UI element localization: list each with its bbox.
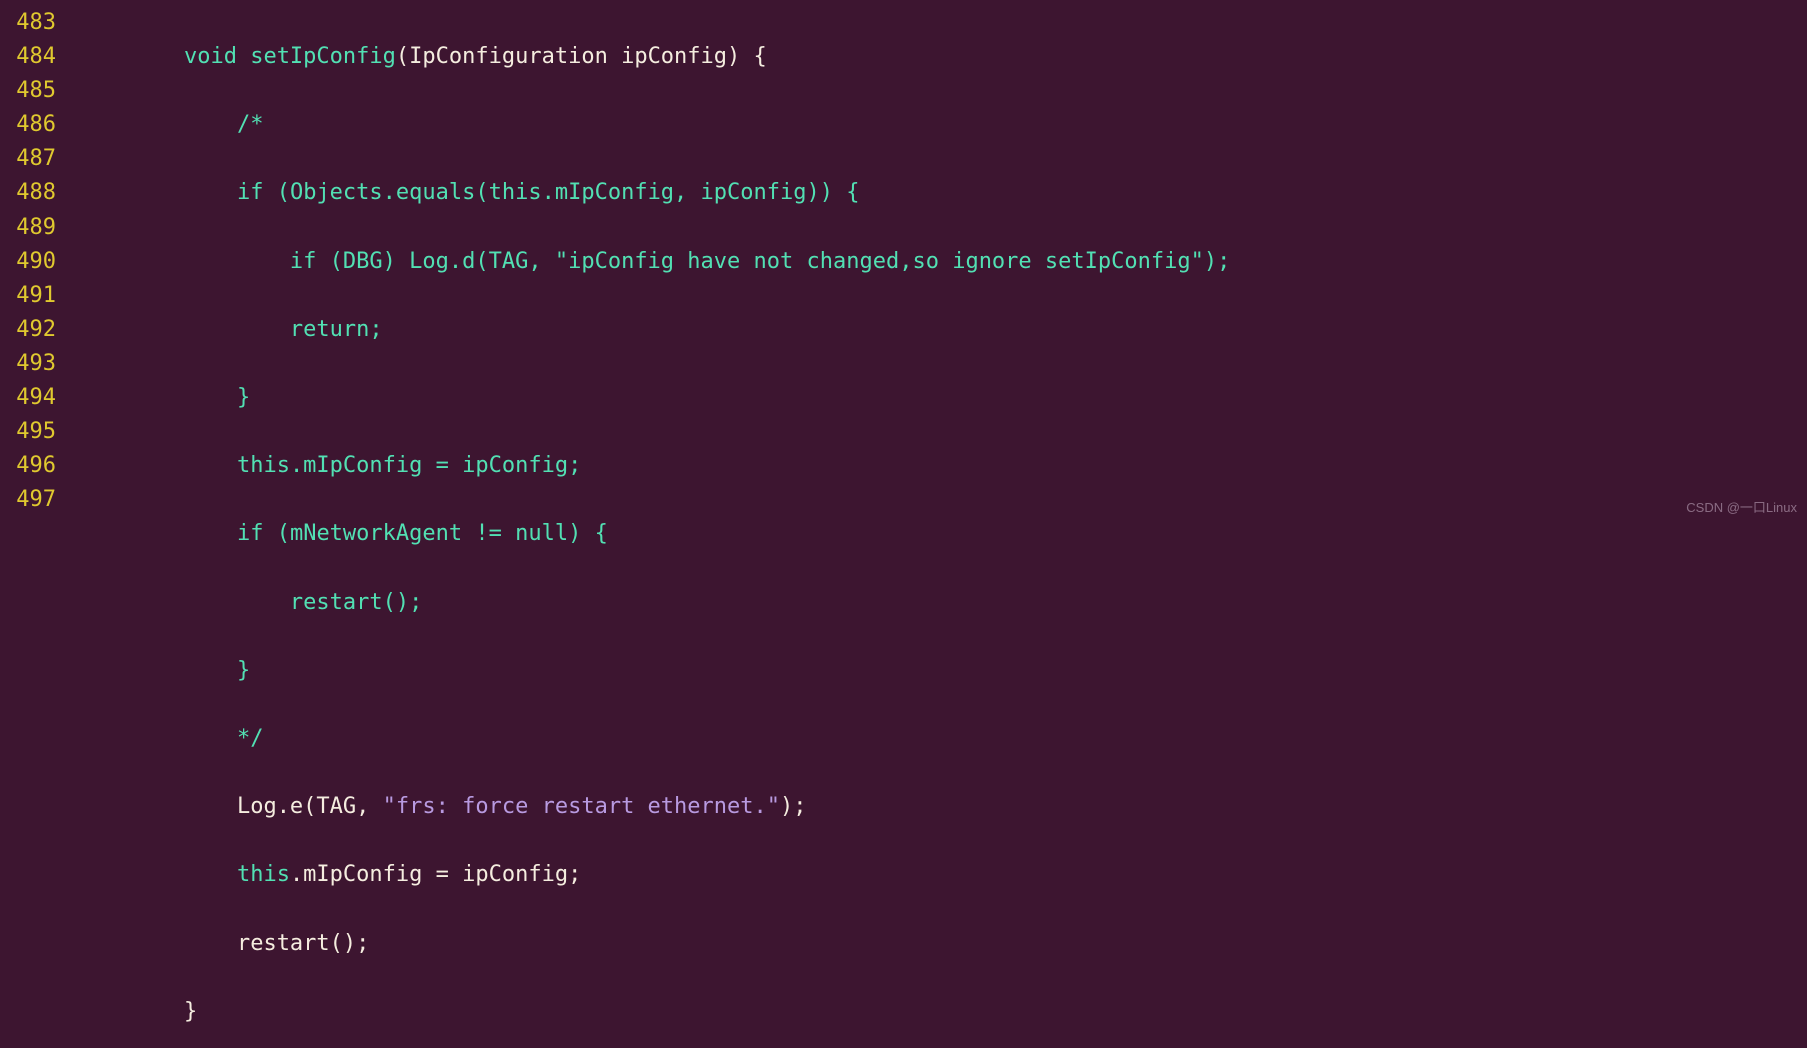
string-literal: "ipConfig have not changed,so ignore set… — [555, 249, 1204, 274]
comment-text: (DBG) Log.d(TAG, — [330, 249, 555, 274]
line-number: 484 — [0, 40, 56, 74]
code-line: void setIpConfig(IpConfiguration ipConfi… — [78, 40, 1230, 74]
keyword-return: return — [290, 317, 369, 342]
code-line: if (Objects.equals(this.mIpConfig, ipCon… — [78, 176, 1230, 210]
line-number: 485 — [0, 74, 56, 108]
paren-close: ); — [780, 794, 807, 819]
line-number: 493 — [0, 347, 56, 381]
method-call: Log.e(TAG, — [237, 794, 383, 819]
keyword-if: if — [237, 521, 277, 546]
code-line: restart(); — [78, 927, 1230, 961]
line-number: 487 — [0, 142, 56, 176]
comment-text: .mIpConfig = ipConfig; — [290, 453, 581, 478]
keyword-this: this — [237, 862, 290, 887]
code-line: Log.e(TAG, "frs: force restart ethernet.… — [78, 790, 1230, 824]
watermark: CSDN @一口Linux — [1686, 498, 1797, 518]
method-name: setIpConfig — [237, 44, 396, 69]
line-number: 483 — [0, 6, 56, 40]
line-number: 494 — [0, 381, 56, 415]
method-call: restart(); — [237, 931, 369, 956]
comment-text: ); — [1204, 249, 1231, 274]
line-number: 495 — [0, 415, 56, 449]
code-line: restart(); — [78, 586, 1230, 620]
brace-close: } — [237, 658, 250, 683]
keyword-if: if — [237, 180, 277, 205]
code-area[interactable]: void setIpConfig(IpConfiguration ipConfi… — [78, 6, 1230, 1048]
code-line: if (DBG) Log.d(TAG, "ipConfig have not c… — [78, 245, 1230, 279]
code-line: } — [78, 995, 1230, 1029]
brace-close: } — [184, 999, 197, 1024]
keyword-this: this — [237, 453, 290, 478]
line-number: 491 — [0, 279, 56, 313]
code-line: return; — [78, 313, 1230, 347]
brace-close: } — [237, 385, 250, 410]
line-number: 490 — [0, 245, 56, 279]
code-line: } — [78, 654, 1230, 688]
assign-expr: .mIpConfig = ipConfig; — [290, 862, 581, 887]
comment-text: (mNetworkAgent != — [277, 521, 515, 546]
method-signature: (IpConfiguration ipConfig) { — [396, 44, 767, 69]
semicolon: ; — [369, 317, 382, 342]
line-number: 496 — [0, 449, 56, 483]
comment-text: restart(); — [290, 590, 422, 615]
keyword-null: null — [515, 521, 568, 546]
line-number: 497 — [0, 483, 56, 517]
line-number: 488 — [0, 176, 56, 210]
line-number: 489 — [0, 211, 56, 245]
code-line: } — [78, 381, 1230, 415]
keyword-if: if — [290, 249, 330, 274]
comment-text: ) { — [568, 521, 608, 546]
code-line: if (mNetworkAgent != null) { — [78, 517, 1230, 551]
code-line: /* — [78, 108, 1230, 142]
code-line: this.mIpConfig = ipConfig; — [78, 858, 1230, 892]
line-gutter: 483 484 485 486 487 488 489 490 491 492 … — [0, 6, 78, 1048]
line-number: 492 — [0, 313, 56, 347]
comment-text: (Objects.equals(this.mIpConfig, ipConfig… — [277, 180, 860, 205]
code-editor: 483 484 485 486 487 488 489 490 491 492 … — [0, 0, 1807, 1048]
comment-close: */ — [237, 726, 264, 751]
string-literal: "frs: force restart ethernet." — [383, 794, 780, 819]
code-line: */ — [78, 722, 1230, 756]
comment-open: /* — [237, 112, 264, 137]
keyword-void: void — [184, 44, 237, 69]
code-line: this.mIpConfig = ipConfig; — [78, 449, 1230, 483]
line-number: 486 — [0, 108, 56, 142]
